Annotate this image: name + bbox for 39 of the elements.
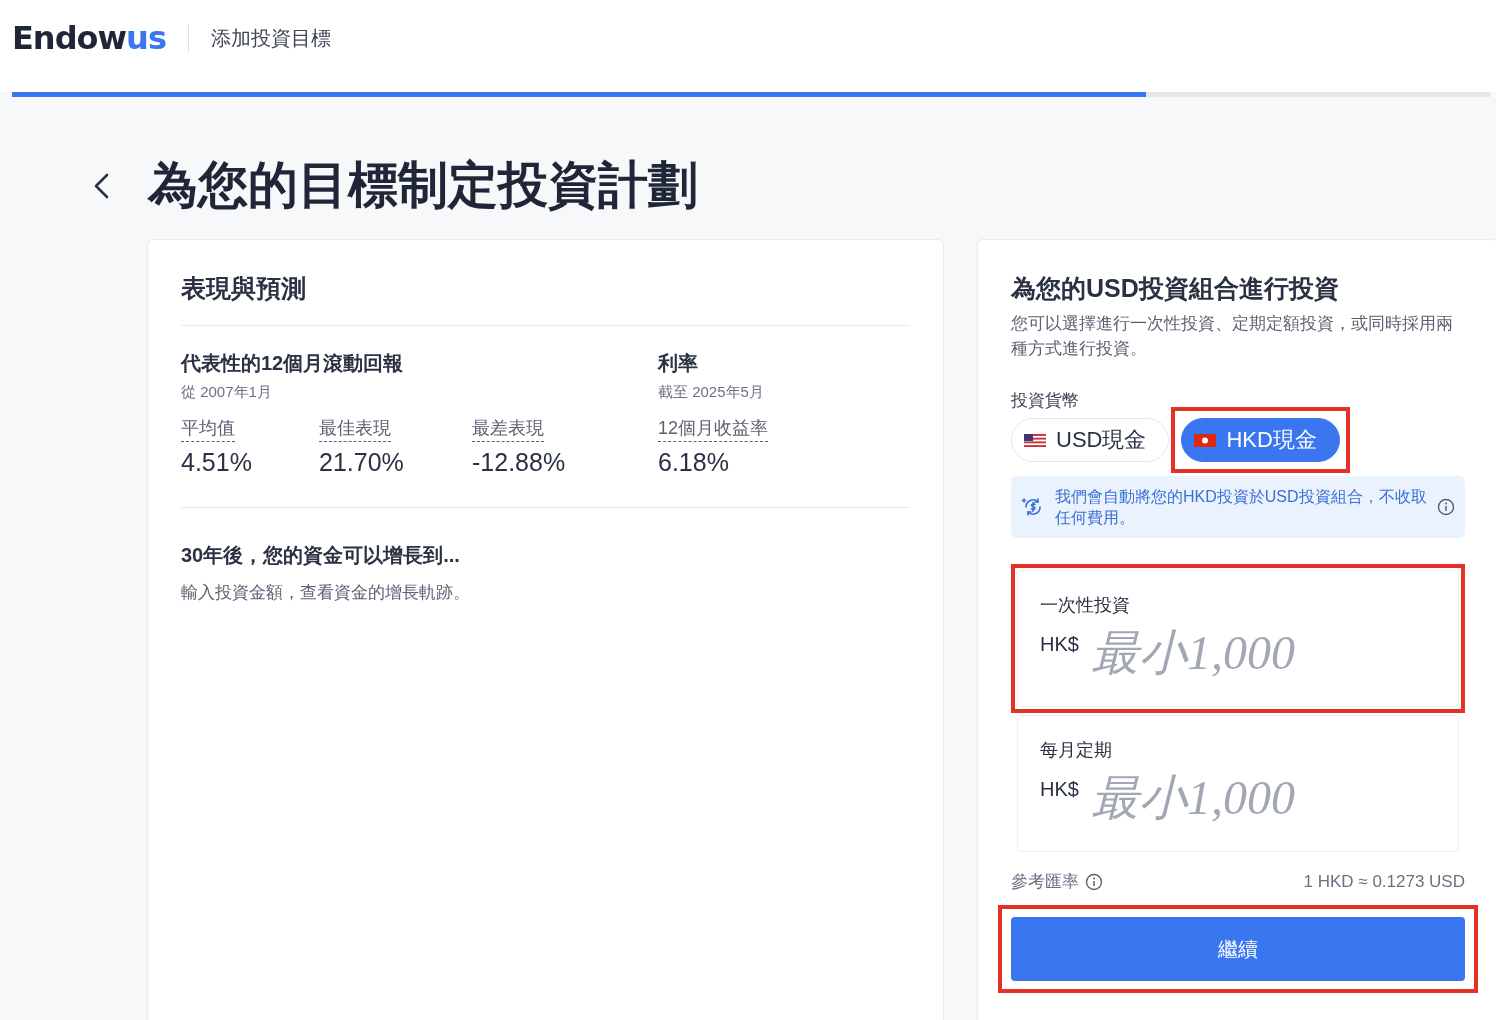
card-title: 為您的USD投資組合進行投資	[1011, 273, 1340, 304]
section-title: 利率	[658, 351, 699, 376]
amount-input[interactable]: 最小1,000	[1090, 770, 1421, 825]
stat-value: 21.70%	[319, 448, 404, 477]
info-icon	[1437, 498, 1455, 516]
notice-text: 我們會自動將您的HKD投資於USD投資組合，不收取任何費用。	[1055, 487, 1427, 528]
card-title: 表現與預測	[181, 273, 307, 304]
rate-value: 1 HKD ≈ 0.1273 USD	[1303, 871, 1465, 892]
stat-label[interactable]: 最佳表現	[319, 416, 391, 442]
projection-hint: 輸入投資金額，查看資金的增長軌跡。	[181, 582, 471, 604]
currency-symbol: HK$	[1040, 633, 1079, 656]
rate-label: 參考匯率	[1011, 871, 1079, 893]
stat-label[interactable]: 平均值	[181, 416, 235, 442]
amount-label: 每月定期	[1040, 739, 1113, 762]
card-description: 您可以選擇進行一次性投資、定期定額投資，或同時採用兩種方式進行投資。	[1011, 313, 1454, 360]
page-title: 為您的目標制定投資計劃	[148, 156, 698, 215]
stat-value: 6.18%	[658, 448, 729, 477]
continue-button[interactable]: 繼續	[1011, 917, 1465, 981]
currency-toggle[interactable]: HKD現金	[1181, 418, 1340, 462]
amount-label: 一次性投資	[1040, 594, 1131, 617]
amount-input[interactable]: 最小1,000	[1090, 625, 1421, 680]
currency-symbol: HK$	[1040, 778, 1079, 801]
header-title: 添加投資目標	[210, 25, 331, 51]
stat-label[interactable]: 最差表現	[472, 416, 544, 442]
info-icon	[1085, 872, 1103, 891]
currency-label: 投資貨幣	[1011, 390, 1080, 412]
flag-icon	[1194, 433, 1217, 447]
flag-icon	[1024, 433, 1046, 447]
projection-title: 30年後，您的資金可以增長到...	[181, 543, 461, 568]
amount-field[interactable]: 一次性投資 HK$ 最小1,000	[1017, 570, 1459, 707]
section-subtitle: 從 2007年1月	[181, 383, 273, 402]
section-subtitle: 截至 2025年5月	[658, 383, 765, 402]
stat-label[interactable]: 12個月收益率	[658, 416, 769, 442]
logo[interactable]: Endowus	[12, 19, 166, 73]
currency-toggle[interactable]: USD現金	[1011, 418, 1170, 462]
amount-field[interactable]: 每月定期 HK$ 最小1,000	[1017, 715, 1459, 852]
section-title: 代表性的12個月滾動回報	[181, 351, 405, 376]
stat-value: 4.51%	[181, 448, 252, 477]
stat-value: -12.88%	[472, 448, 566, 477]
